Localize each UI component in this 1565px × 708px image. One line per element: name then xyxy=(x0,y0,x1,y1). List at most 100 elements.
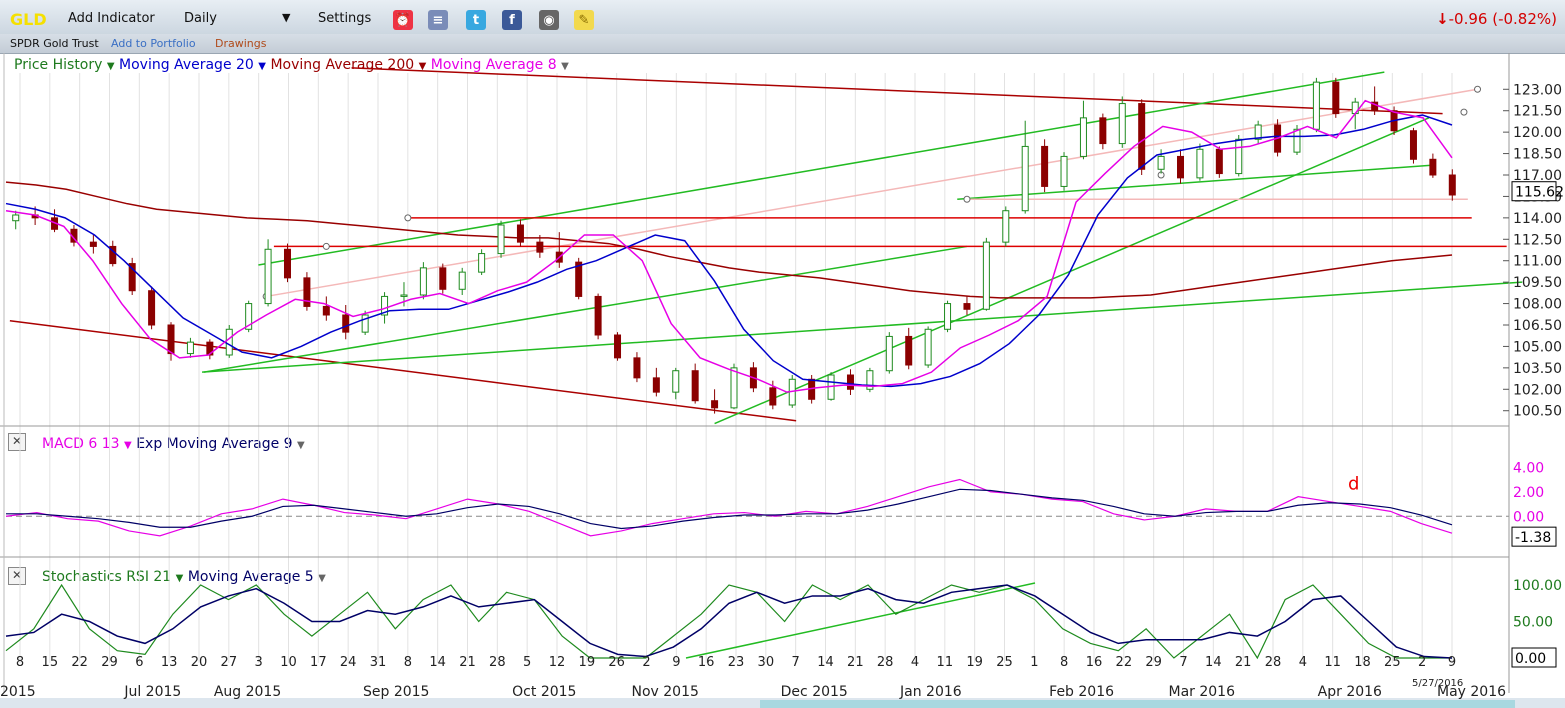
candle-body xyxy=(1409,130,1417,160)
trendline-anchor xyxy=(322,242,330,250)
x-tick-label: 10 xyxy=(280,655,297,670)
candle-body xyxy=(711,400,719,409)
x-tick-label: 30 xyxy=(758,655,775,670)
candle-body xyxy=(1332,81,1340,115)
y-tick-label: 102.00 xyxy=(1513,382,1562,398)
candle-body xyxy=(322,305,330,316)
candle-body xyxy=(186,341,194,355)
database-icon[interactable]: ≡ xyxy=(428,10,448,30)
settings-button[interactable]: Settings xyxy=(318,11,371,26)
macd-y-tick-label: 2.00 xyxy=(1513,485,1544,501)
x-tick-label: 25 xyxy=(996,655,1013,670)
candle-body xyxy=(516,224,524,243)
candle-body xyxy=(478,253,486,273)
candle-body xyxy=(1293,128,1301,153)
x-tick-label: 11 xyxy=(1324,655,1341,670)
x-tick-label: 15 xyxy=(42,655,59,670)
macd-y-tick-label: 0.00 xyxy=(1513,509,1544,525)
x-tick-label: 16 xyxy=(698,655,715,670)
candle-body xyxy=(283,248,291,279)
y-tick-label: 112.50 xyxy=(1513,232,1562,248)
candle-body xyxy=(1215,148,1223,175)
candle-body xyxy=(458,271,466,290)
y-tick-label: 118.50 xyxy=(1513,147,1562,163)
x-tick-label: 21 xyxy=(847,655,864,670)
chart-canvas[interactable]: d 8 15 22 29 6 13 20 27 3 10 17 24 31 8 14 21 28 5 12 19 26 2… xyxy=(0,53,1565,708)
alarm-clock-icon[interactable]: ⏰ xyxy=(393,10,413,30)
change-value: -0.96 (-0.82%) xyxy=(1448,10,1557,28)
candle-body xyxy=(924,328,932,366)
x-tick-label: 14 xyxy=(817,655,834,670)
candle-body xyxy=(439,267,447,290)
x-tick-label: 27 xyxy=(221,655,238,670)
x-tick-label: 28 xyxy=(1265,655,1282,670)
candle-body xyxy=(1312,81,1320,130)
y-tick-label: 121.50 xyxy=(1513,104,1562,120)
macd-signal-series xyxy=(6,488,1453,530)
candle-body xyxy=(1448,174,1456,196)
x-tick-label: 9 xyxy=(672,655,680,670)
period-select[interactable]: Daily xyxy=(184,11,217,26)
x-tick-label: 19 xyxy=(579,655,596,670)
add-to-portfolio-link[interactable]: Add to Portfolio xyxy=(111,37,196,50)
stoch-lines xyxy=(5,582,1453,660)
drawings-link[interactable]: Drawings xyxy=(215,37,266,50)
x-tick-label: 8 xyxy=(404,655,412,670)
candle-body xyxy=(12,214,20,222)
x-tick-label: 21 xyxy=(459,655,476,670)
camera-icon[interactable]: ◉ xyxy=(539,10,559,30)
x-tick-label: 14 xyxy=(1205,655,1222,670)
candle-body xyxy=(944,303,952,330)
x-tick-label: 9 xyxy=(1448,655,1456,670)
ma20-series xyxy=(5,114,1453,388)
x-tick-label: 20 xyxy=(191,655,208,670)
candle-body xyxy=(1021,145,1029,212)
trendline-anchor xyxy=(404,214,412,222)
ticker-symbol[interactable]: GLD xyxy=(10,10,47,29)
period-dropdown-icon[interactable]: ▼ xyxy=(282,11,290,24)
x-tick-label: 19 xyxy=(966,655,983,670)
candle-body xyxy=(769,387,777,406)
x-month-label: Feb 2016 xyxy=(1049,684,1114,700)
macd-annotation: d xyxy=(1348,473,1359,494)
pink-channel xyxy=(266,88,1478,298)
y-tick-label: 120.00 xyxy=(1513,125,1562,141)
trendline-anchor xyxy=(963,195,971,203)
twitter-icon[interactable]: t xyxy=(466,10,486,30)
stoch-ma-series xyxy=(5,584,1453,659)
y-tick-label: 114.00 xyxy=(1513,211,1562,227)
candle-body xyxy=(730,367,738,409)
candle-body xyxy=(1060,155,1068,187)
x-tick-label: 16 xyxy=(1086,655,1103,670)
x-tick-label: 7 xyxy=(1179,655,1187,670)
candle-body xyxy=(633,357,641,379)
x-tick-label: 22 xyxy=(1116,655,1133,670)
stoch-y-tick-label: 100.00 xyxy=(1513,578,1562,594)
candle-body xyxy=(963,303,971,310)
candle-body xyxy=(885,335,893,372)
facebook-icon[interactable]: f xyxy=(502,10,522,30)
candle-body xyxy=(303,277,311,307)
period-label: Daily xyxy=(184,11,217,26)
candle-body xyxy=(594,295,602,336)
x-tick-label: 8 xyxy=(1060,655,1068,670)
sticky-note-icon[interactable]: ✎ xyxy=(574,10,594,30)
top-toolbar xyxy=(0,0,1565,38)
candle-body xyxy=(905,335,913,366)
candle-body xyxy=(264,248,272,305)
x-tick-label: 11 xyxy=(937,655,954,670)
candle-body xyxy=(400,294,408,297)
y-tick-label: 100.50 xyxy=(1513,404,1562,420)
candle-body xyxy=(1196,148,1204,179)
x-month-label: 2015 xyxy=(0,684,36,700)
candle-body xyxy=(652,377,660,393)
stoch-rsi-series xyxy=(5,583,1452,660)
x-tick-label: 8 xyxy=(16,655,24,670)
x-month-label: Jan 2016 xyxy=(899,684,962,700)
add-indicator-button[interactable]: Add Indicator xyxy=(68,11,155,26)
x-tick-label: 13 xyxy=(161,655,178,670)
x-month-label: Dec 2015 xyxy=(781,684,848,700)
candle-body xyxy=(497,224,505,255)
x-month-label: Apr 2016 xyxy=(1318,684,1382,700)
candle-body xyxy=(846,374,854,390)
